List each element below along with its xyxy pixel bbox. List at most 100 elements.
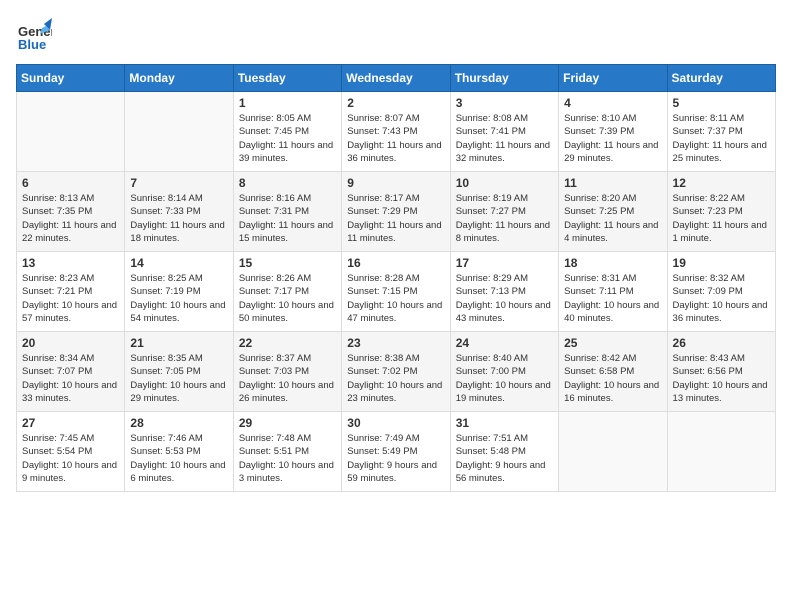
calendar-cell: 12 Sunrise: 8:22 AMSunset: 7:23 PMDayligh…: [667, 172, 775, 252]
day-number: 27: [22, 416, 119, 430]
day-number: 19: [673, 256, 770, 270]
cell-info: Sunrise: 8:26 AMSunset: 7:17 PMDaylight:…: [239, 272, 336, 325]
calendar-cell: 22 Sunrise: 8:37 AMSunset: 7:03 PMDayligh…: [233, 332, 341, 412]
cell-info: Sunrise: 8:38 AMSunset: 7:02 PMDaylight:…: [347, 352, 444, 405]
calendar-cell: 23 Sunrise: 8:38 AMSunset: 7:02 PMDayligh…: [342, 332, 450, 412]
calendar-cell: 10 Sunrise: 8:19 AMSunset: 7:27 PMDayligh…: [450, 172, 558, 252]
cell-info: Sunrise: 7:45 AMSunset: 5:54 PMDaylight:…: [22, 432, 119, 485]
week-row-4: 20 Sunrise: 8:34 AMSunset: 7:07 PMDayligh…: [17, 332, 776, 412]
calendar-cell: 3Sunrise: 8:08 AMSunset: 7:41 PMDaylight…: [450, 92, 558, 172]
calendar-cell: 11Sunrise: 8:20 AMSunset: 7:25 PMDayligh…: [559, 172, 667, 252]
day-number: 22: [239, 336, 336, 350]
day-number: 4: [564, 96, 661, 110]
calendar-cell: [559, 412, 667, 492]
cell-info: Sunrise: 8:25 AMSunset: 7:19 PMDaylight:…: [130, 272, 227, 325]
calendar-cell: 7Sunrise: 8:14 AMSunset: 7:33 PMDaylight…: [125, 172, 233, 252]
cell-info: Sunrise: 8:28 AMSunset: 7:15 PMDaylight:…: [347, 272, 444, 325]
cell-info: Sunrise: 8:29 AMSunset: 7:13 PMDaylight:…: [456, 272, 553, 325]
calendar-cell: 8Sunrise: 8:16 AMSunset: 7:31 PMDaylight…: [233, 172, 341, 252]
calendar-cell: 19 Sunrise: 8:32 AMSunset: 7:09 PMDayligh…: [667, 252, 775, 332]
calendar-cell: [667, 412, 775, 492]
day-number: 11: [564, 176, 661, 190]
cell-info: Sunrise: 8:07 AMSunset: 7:43 PMDaylight:…: [347, 112, 444, 165]
header-cell-sunday: Sunday: [17, 65, 125, 92]
week-row-2: 6 Sunrise: 8:13 AMSunset: 7:35 PMDaylight…: [17, 172, 776, 252]
cell-info: Sunrise: 8:11 AMSunset: 7:37 PMDaylight:…: [673, 112, 770, 165]
day-number: 31: [456, 416, 553, 430]
cell-info: Sunrise: 8:42 AMSunset: 6:58 PMDaylight:…: [564, 352, 661, 405]
day-number: 21: [130, 336, 227, 350]
day-number: 29: [239, 416, 336, 430]
day-number: 1: [239, 96, 336, 110]
cell-info: Sunrise: 8:34 AMSunset: 7:07 PMDaylight:…: [22, 352, 119, 405]
cell-info: Sunrise: 8:17 AMSunset: 7:29 PMDaylight:…: [347, 192, 444, 245]
calendar-cell: 27 Sunrise: 7:45 AMSunset: 5:54 PMDayligh…: [17, 412, 125, 492]
day-number: 28: [130, 416, 227, 430]
week-row-1: 1 Sunrise: 8:05 AMSunset: 7:45 PMDaylight…: [17, 92, 776, 172]
calendar-cell: 26 Sunrise: 8:43 AMSunset: 6:56 PMDayligh…: [667, 332, 775, 412]
day-number: 7: [130, 176, 227, 190]
calendar-cell: 2 Sunrise: 8:07 AMSunset: 7:43 PMDaylight…: [342, 92, 450, 172]
cell-info: Sunrise: 8:31 AMSunset: 7:11 PMDaylight:…: [564, 272, 661, 325]
cell-info: Sunrise: 8:40 AMSunset: 7:00 PMDaylight:…: [456, 352, 553, 405]
cell-info: Sunrise: 8:32 AMSunset: 7:09 PMDaylight:…: [673, 272, 770, 325]
day-number: 13: [22, 256, 119, 270]
cell-info: Sunrise: 8:43 AMSunset: 6:56 PMDaylight:…: [673, 352, 770, 405]
day-number: 18: [564, 256, 661, 270]
day-number: 9: [347, 176, 444, 190]
day-number: 6: [22, 176, 119, 190]
calendar-cell: [17, 92, 125, 172]
calendar-cell: 9 Sunrise: 8:17 AMSunset: 7:29 PMDaylight…: [342, 172, 450, 252]
day-number: 25: [564, 336, 661, 350]
calendar-cell: 31 Sunrise: 7:51 AMSunset: 5:48 PMDayligh…: [450, 412, 558, 492]
calendar-cell: 16 Sunrise: 8:28 AMSunset: 7:15 PMDayligh…: [342, 252, 450, 332]
day-number: 16: [347, 256, 444, 270]
day-number: 17: [456, 256, 553, 270]
calendar-cell: 1 Sunrise: 8:05 AMSunset: 7:45 PMDaylight…: [233, 92, 341, 172]
calendar-header-row: SundayMondayTuesdayWednesdayThursdayFrid…: [17, 65, 776, 92]
cell-info: Sunrise: 8:37 AMSunset: 7:03 PMDaylight:…: [239, 352, 336, 405]
day-number: 2: [347, 96, 444, 110]
day-number: 24: [456, 336, 553, 350]
calendar-cell: 4 Sunrise: 8:10 AMSunset: 7:39 PMDaylight…: [559, 92, 667, 172]
calendar-cell: 28 Sunrise: 7:46 AMSunset: 5:53 PMDayligh…: [125, 412, 233, 492]
calendar-cell: 30 Sunrise: 7:49 AMSunset: 5:49 PMDayligh…: [342, 412, 450, 492]
page-header: General Blue: [16, 16, 776, 52]
calendar-cell: 24 Sunrise: 8:40 AMSunset: 7:00 PMDayligh…: [450, 332, 558, 412]
cell-info: Sunrise: 8:23 AMSunset: 7:21 PMDaylight:…: [22, 272, 119, 325]
cell-info: Sunrise: 7:49 AMSunset: 5:49 PMDaylight:…: [347, 432, 444, 485]
logo: General Blue: [16, 16, 52, 52]
calendar-cell: 18 Sunrise: 8:31 AMSunset: 7:11 PMDayligh…: [559, 252, 667, 332]
cell-info: Sunrise: 8:19 AMSunset: 7:27 PMDaylight:…: [456, 192, 553, 245]
day-number: 10: [456, 176, 553, 190]
cell-info: Sunrise: 7:48 AMSunset: 5:51 PMDaylight:…: [239, 432, 336, 485]
cell-info: Sunrise: 8:13 AMSunset: 7:35 PMDaylight:…: [22, 192, 119, 245]
header-cell-friday: Friday: [559, 65, 667, 92]
svg-text:Blue: Blue: [18, 37, 46, 52]
calendar-cell: 20 Sunrise: 8:34 AMSunset: 7:07 PMDayligh…: [17, 332, 125, 412]
day-number: 23: [347, 336, 444, 350]
calendar-body: 1 Sunrise: 8:05 AMSunset: 7:45 PMDaylight…: [17, 92, 776, 492]
week-row-5: 27 Sunrise: 7:45 AMSunset: 5:54 PMDayligh…: [17, 412, 776, 492]
day-number: 20: [22, 336, 119, 350]
calendar-cell: 21Sunrise: 8:35 AMSunset: 7:05 PMDayligh…: [125, 332, 233, 412]
calendar-cell: 5 Sunrise: 8:11 AMSunset: 7:37 PMDaylight…: [667, 92, 775, 172]
calendar-cell: 29 Sunrise: 7:48 AMSunset: 5:51 PMDayligh…: [233, 412, 341, 492]
header-cell-thursday: Thursday: [450, 65, 558, 92]
cell-info: Sunrise: 7:46 AMSunset: 5:53 PMDaylight:…: [130, 432, 227, 485]
week-row-3: 13 Sunrise: 8:23 AMSunset: 7:21 PMDayligh…: [17, 252, 776, 332]
calendar-cell: 13 Sunrise: 8:23 AMSunset: 7:21 PMDayligh…: [17, 252, 125, 332]
cell-info: Sunrise: 7:51 AMSunset: 5:48 PMDaylight:…: [456, 432, 553, 485]
cell-info: Sunrise: 8:10 AMSunset: 7:39 PMDaylight:…: [564, 112, 661, 165]
cell-info: Sunrise: 8:08 AMSunset: 7:41 PMDaylight:…: [456, 112, 553, 165]
day-number: 26: [673, 336, 770, 350]
cell-info: Sunrise: 8:05 AMSunset: 7:45 PMDaylight:…: [239, 112, 336, 165]
day-number: 5: [673, 96, 770, 110]
cell-info: Sunrise: 8:22 AMSunset: 7:23 PMDaylight:…: [673, 192, 770, 245]
day-number: 12: [673, 176, 770, 190]
day-number: 14: [130, 256, 227, 270]
calendar-cell: 14 Sunrise: 8:25 AMSunset: 7:19 PMDayligh…: [125, 252, 233, 332]
day-number: 15: [239, 256, 336, 270]
day-number: 30: [347, 416, 444, 430]
cell-info: Sunrise: 8:16 AMSunset: 7:31 PMDaylight:…: [239, 192, 336, 245]
